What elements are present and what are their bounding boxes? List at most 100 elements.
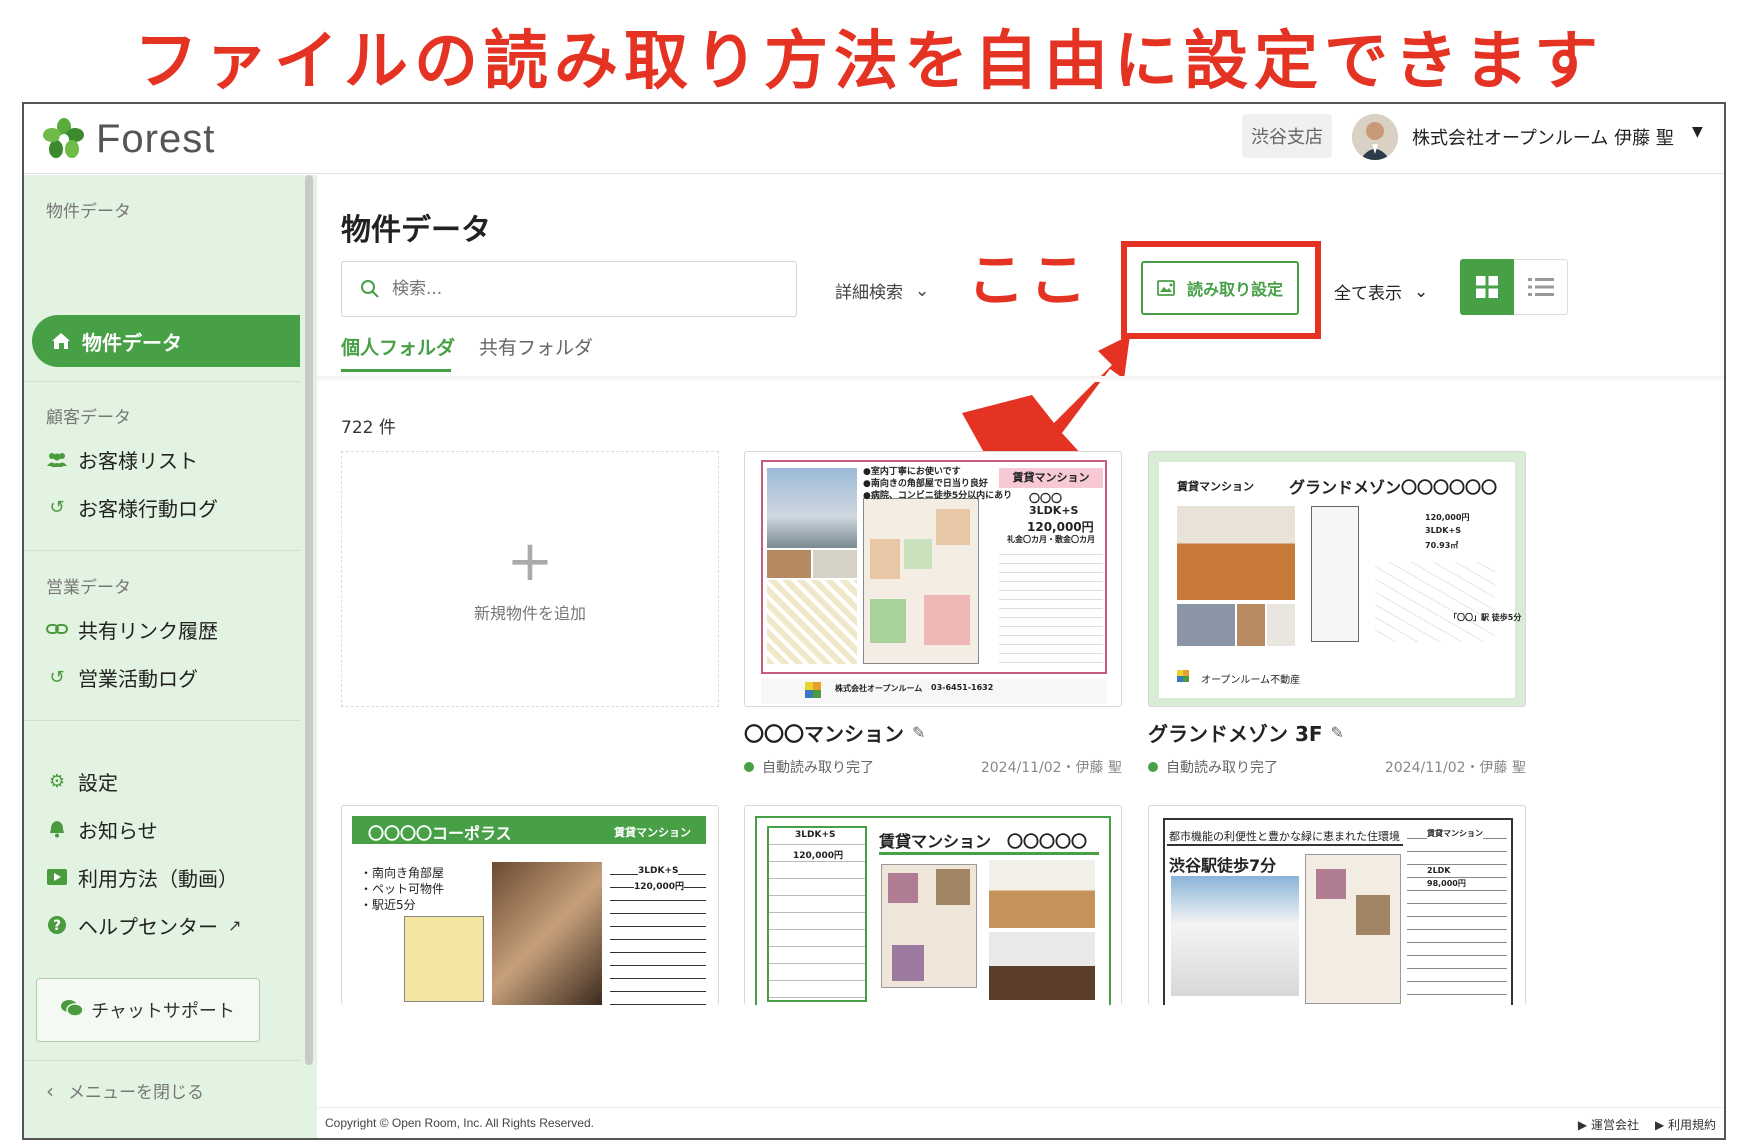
flyer-badge: 賃貸マンション xyxy=(879,832,992,851)
flyer-badge: 賃貸マンション xyxy=(1427,828,1483,839)
sidebar-item-settings[interactable]: ⚙ 設定 xyxy=(46,761,118,801)
flyer-text: ・ペット可物件 xyxy=(360,882,445,896)
flyer-text: 98,000円 xyxy=(1427,878,1466,889)
property-card[interactable]: ●室内丁寧にお使いです ●南向きの角部屋で日当り良好 ●病院、コンビニ徒歩5分以… xyxy=(744,451,1122,777)
property-card[interactable]: 〇〇〇〇コーポラス 賃貸マンション ・南向き角部屋 ・ペット可物件 ・駅近5分 … xyxy=(341,805,719,1005)
search-icon xyxy=(361,280,379,298)
property-flyer-thumbnail[interactable]: 3LDK+S 120,000円 賃貸マンション 〇〇〇〇〇 xyxy=(744,805,1122,1005)
house-icon xyxy=(52,333,70,349)
search-box[interactable] xyxy=(341,261,797,317)
chat-support-label: チャットサポート xyxy=(91,1001,235,1022)
flyer-text: ・南向き角部屋 xyxy=(360,866,445,880)
list-icon xyxy=(1527,278,1554,296)
sidebar-group-customer: 顧客データ xyxy=(46,408,131,428)
property-card[interactable]: 賃貸マンション グランドメゾン〇〇〇〇〇〇 120,000円 3LDK+S 70… xyxy=(1148,451,1526,777)
sidebar-item-label: ヘルプセンター xyxy=(78,914,218,939)
flyer-text: 「〇〇」駅 徒歩5分 xyxy=(1449,613,1522,622)
sidebar-item-share-history[interactable]: 共有リンク履歴 xyxy=(46,609,218,649)
branch-badge[interactable]: 渋谷支店 xyxy=(1242,114,1332,158)
flyer-badge: 賃貸マンション xyxy=(999,468,1103,488)
tab-personal-folder[interactable]: 個人フォルダ xyxy=(341,333,455,360)
floorplan-image xyxy=(1311,506,1359,642)
result-count: 722 件 xyxy=(341,418,396,438)
video-icon xyxy=(46,869,68,885)
floorplan-image xyxy=(863,498,979,664)
flyer-text: ・駅近5分 xyxy=(360,898,416,912)
sidebar-item-help[interactable]: ? ヘルプセンター ↗ xyxy=(46,905,241,945)
search-input[interactable] xyxy=(392,279,772,299)
sidebar-scrollbar[interactable] xyxy=(305,175,313,1065)
sidebar-item-label: お客様リスト xyxy=(78,448,198,473)
flyer-text: 120,000円 xyxy=(793,848,843,861)
card-title[interactable]: 〇〇〇マンション xyxy=(744,718,904,747)
flyer-text: グランドメゾン〇〇〇〇〇〇 xyxy=(1289,478,1498,497)
flyer-text: 3LDK+S xyxy=(1029,504,1079,517)
close-menu-button[interactable]: ‹ メニューを閉じる xyxy=(46,1078,204,1104)
pencil-icon[interactable]: ✎ xyxy=(912,723,925,742)
active-tab-indicator xyxy=(341,369,451,372)
advanced-search-label: 詳細検索 xyxy=(835,283,903,303)
floorplan-image xyxy=(881,864,977,988)
flyer-text: 120,000円 xyxy=(634,879,684,892)
building-photo xyxy=(1177,604,1235,646)
sidebar-group-sales: 営業データ xyxy=(46,578,131,598)
map-image xyxy=(767,580,857,664)
forest-logo[interactable]: Forest xyxy=(42,114,215,164)
tab-shared-folder[interactable]: 共有フォルダ xyxy=(479,333,593,360)
flyer-badge: 賃貸マンション xyxy=(614,826,691,839)
copyright-text: Copyright © Open Room, Inc. All Rights R… xyxy=(325,1116,594,1130)
floorplan-image xyxy=(1305,854,1401,1004)
sidebar-item-label: 利用方法（動画） xyxy=(78,866,238,891)
tabs-divider xyxy=(317,376,1724,382)
property-flyer-thumbnail[interactable]: 賃貸マンション グランドメゾン〇〇〇〇〇〇 120,000円 3LDK+S 70… xyxy=(1148,451,1526,707)
property-flyer-thumbnail[interactable]: 都市機能の利便性と豊かな緑に恵まれた住環境 渋谷駅徒歩7分 賃貸マンション 2L… xyxy=(1148,805,1526,1005)
list-view-button[interactable] xyxy=(1514,259,1568,315)
sidebar-item-notice[interactable]: お知らせ xyxy=(46,809,158,849)
help-icon: ? xyxy=(46,915,68,935)
chevron-down-icon: ⌄ xyxy=(1414,281,1429,302)
history-icon: ↺ xyxy=(49,496,65,518)
chat-support-button[interactable]: チャットサポート xyxy=(36,978,260,1042)
card-title-row: グランドメゾン 3F ✎ xyxy=(1148,718,1526,747)
sidebar-item-label: 設定 xyxy=(78,770,118,795)
flyer-spec-table xyxy=(1407,826,1507,1005)
flyer-spec-table xyxy=(999,546,1103,664)
footer-links: ▶ 運営会社 ▶ 利用規約 xyxy=(1578,1116,1716,1133)
map-image xyxy=(1375,562,1495,642)
sidebar-item-howto[interactable]: 利用方法（動画） xyxy=(46,857,238,897)
sidebar-item-sales-log[interactable]: ↺ 営業活動ログ xyxy=(46,657,198,697)
card-meta: 自動読み取り完了 2024/11/02・伊藤 聖 xyxy=(1148,757,1526,777)
sidebar-item-customer-list[interactable]: お客様リスト xyxy=(46,439,198,479)
sidebar-item-property[interactable]: 物件データ xyxy=(32,315,300,367)
plus-icon: + xyxy=(506,529,554,594)
property-card[interactable]: 都市機能の利便性と豊かな緑に恵まれた住環境 渋谷駅徒歩7分 賃貸マンション 2L… xyxy=(1148,805,1526,1005)
flyer-text: 〇〇〇〇コーポラス xyxy=(368,824,512,843)
user-name[interactable]: 株式会社オープンルーム 伊藤 聖 xyxy=(1412,124,1674,150)
add-property-label: 新規物件を追加 xyxy=(473,604,586,623)
flyer-rule xyxy=(1167,844,1403,846)
company-logo-icon xyxy=(805,682,821,698)
flyer-text: 都市機能の利便性と豊かな緑に恵まれた住環境 xyxy=(1169,830,1400,843)
image-settings-icon xyxy=(1157,280,1175,296)
room-photo xyxy=(767,550,811,578)
sidebar-item-customer-log[interactable]: ↺ お客様行動ログ xyxy=(46,487,218,527)
property-flyer-thumbnail[interactable]: 〇〇〇〇コーポラス 賃貸マンション ・南向き角部屋 ・ペット可物件 ・駅近5分 … xyxy=(341,805,719,1005)
read-settings-button[interactable]: 読み取り設定 xyxy=(1141,261,1299,315)
grid-view-button[interactable] xyxy=(1460,259,1514,315)
company-link[interactable]: ▶ 運営会社 xyxy=(1578,1116,1639,1133)
card-title[interactable]: グランドメゾン 3F xyxy=(1148,718,1323,747)
room-photo xyxy=(813,550,857,578)
pencil-icon[interactable]: ✎ xyxy=(1331,723,1344,742)
add-property-card[interactable]: + 新規物件を追加 xyxy=(341,451,719,707)
user-menu-caret-icon[interactable]: ▼ xyxy=(1692,124,1703,140)
advanced-search-dropdown[interactable]: 詳細検索 ⌄ xyxy=(835,278,929,304)
terms-link[interactable]: ▶ 利用規約 xyxy=(1655,1116,1716,1133)
top-bar: Forest 渋谷支店 株式会社オープンルーム 伊藤 聖 ▼ xyxy=(24,104,1724,174)
property-card[interactable]: 3LDK+S 120,000円 賃貸マンション 〇〇〇〇〇 xyxy=(744,805,1122,1005)
show-all-dropdown[interactable]: 全て表示 ⌄ xyxy=(1334,279,1429,305)
footer: Copyright © Open Room, Inc. All Rights R… xyxy=(317,1107,1724,1138)
status-text: 自動読み取り完了 xyxy=(1166,760,1278,776)
user-avatar[interactable] xyxy=(1352,114,1398,160)
floorplan-image xyxy=(404,916,484,1002)
property-flyer-thumbnail[interactable]: ●室内丁寧にお使いです ●南向きの角部屋で日当り良好 ●病院、コンビニ徒歩5分以… xyxy=(744,451,1122,707)
